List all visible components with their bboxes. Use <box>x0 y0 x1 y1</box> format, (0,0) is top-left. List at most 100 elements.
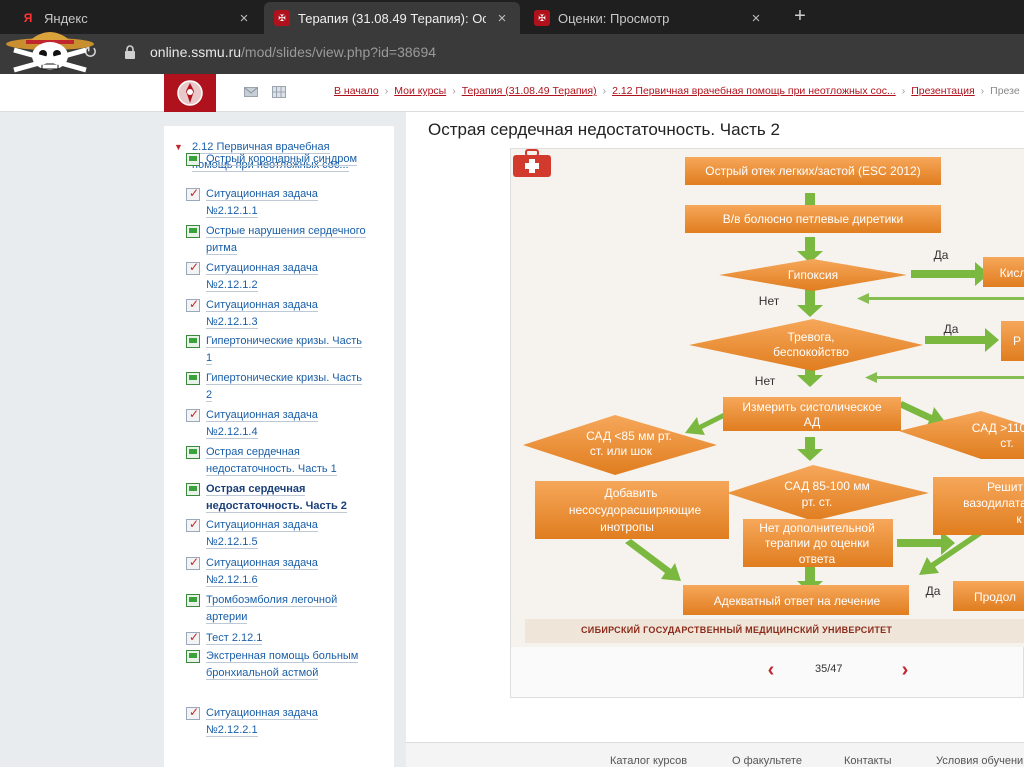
flow-node-diuretics: В/в болюсно петлевые диретики <box>723 212 903 226</box>
sidebar-item[interactable]: Ситуационная задача №2.12.1.4 <box>186 406 366 441</box>
close-icon[interactable]: × <box>748 10 764 27</box>
web-page: В начало › Мои курсы › Терапия (31.08.49… <box>0 74 1024 767</box>
sidebar-item[interactable]: Гипертонические кризы. Часть 2 <box>186 370 366 404</box>
previous-slide-button[interactable]: ‹ <box>761 659 781 682</box>
sidebar-item[interactable]: Ситуационная задача №2.12.1.2 <box>186 259 366 294</box>
presentation-icon <box>186 650 200 663</box>
university-logo[interactable] <box>164 74 216 112</box>
flow-node-no-therapy-2: терапии до оценки <box>765 536 869 550</box>
slide-pager: ‹ 35/47 › <box>511 651 1024 691</box>
presentation-icon <box>186 372 200 385</box>
footer-link-faculty[interactable]: О факультете <box>732 755 802 767</box>
sidebar-item-label[interactable]: Ситуационная задача №2.12.1.6 <box>206 557 318 587</box>
sidebar-item[interactable]: Ситуационная задача №2.12.2.1 <box>186 704 366 739</box>
sidebar-item-label[interactable]: Тест 2.12.1 <box>206 632 263 645</box>
presentation-icon <box>186 225 200 238</box>
university-crest-icon: ✠ <box>274 10 290 26</box>
assignment-icon <box>186 554 200 571</box>
breadcrumb-separator: › <box>901 85 906 97</box>
footer-link-catalog[interactable]: Каталог курсов <box>610 755 687 767</box>
footer-link-contacts[interactable]: Контакты <box>844 755 892 767</box>
sidebar-item-label[interactable]: Гипертонические кризы. Часть 1 <box>206 335 363 365</box>
sidebar-item[interactable]: Гипертонические кризы. Часть 1 <box>186 333 366 367</box>
flow-node-inotropes-2: несосудорасширяющие <box>569 503 702 517</box>
sidebar-item-label[interactable]: Ситуационная задача №2.12.1.5 <box>206 519 318 549</box>
slide-counter: 35/47 <box>815 663 843 675</box>
sidebar-item[interactable]: Острые нарушения сердечного ритма <box>186 223 366 257</box>
pirate-skull-icon <box>6 32 94 73</box>
flow-node-anxiety-1: Тревога, <box>787 330 834 344</box>
flow-node-no-therapy-1: Нет дополнительной <box>759 521 875 535</box>
close-icon[interactable]: × <box>494 10 510 27</box>
sidebar-item-label[interactable]: Ситуационная задача №2.12.2.1 <box>206 707 318 737</box>
sidebar-item-label[interactable]: Ситуационная задача №2.12.1.1 <box>206 188 318 218</box>
flow-node-no-therapy-3: ответа <box>799 552 836 566</box>
flow-node-inotropes-1: Добавить <box>604 486 657 500</box>
sidebar-item-label[interactable]: Тромбоэмболия легочной артерии <box>206 594 338 624</box>
flow-node-anxiety-2: беспокойство <box>773 345 849 359</box>
sidebar-item[interactable]: Ситуационная задача №2.12.1.3 <box>186 296 366 331</box>
sidebar-item-label[interactable]: Ситуационная задача №2.12.1.3 <box>206 299 318 329</box>
breadcrumb-course[interactable]: Терапия (31.08.49 Терапия) <box>462 85 597 97</box>
footer-link-conditions[interactable]: Условия обучени <box>936 755 1023 767</box>
university-crest-icon: ✠ <box>534 10 550 26</box>
sidebar-item[interactable]: Ситуационная задача №2.12.1.6 <box>186 554 366 589</box>
lock-icon[interactable] <box>124 45 136 59</box>
calendar-icon[interactable] <box>272 86 286 98</box>
next-slide-button[interactable]: › <box>895 659 915 682</box>
close-icon[interactable]: × <box>236 10 252 27</box>
sidebar-item[interactable]: Острая сердечная недостаточность. Часть … <box>186 444 366 478</box>
assignment-icon <box>186 259 200 276</box>
assignment-icon <box>186 629 200 646</box>
first-aid-kit-icon <box>513 149 551 177</box>
page-title: Острая сердечная недостаточность. Часть … <box>428 120 780 139</box>
url-field[interactable]: online.ssmu.ru/mod/slides/view.php?id=38… <box>150 44 436 60</box>
site-header: В начало › Мои курсы › Терапия (31.08.49… <box>0 74 1024 112</box>
sidebar-item-label[interactable]: Острые нарушения сердечного ритма <box>206 225 366 255</box>
sidebar-item-label[interactable]: Экстренная помощь больным бронхиальной а… <box>206 650 359 680</box>
tab-grades[interactable]: ✠ Оценки: Просмотр × <box>524 2 774 34</box>
tab-label: Оценки: Просмотр <box>558 10 670 26</box>
tab-terapia[interactable]: ✠ Терапия (31.08.49 Терапия): Ост × <box>264 2 520 34</box>
sidebar-item[interactable]: Тест 2.12.1 <box>186 629 366 647</box>
flow-node-vasodil-1: Решит <box>987 480 1023 494</box>
sidebar-item[interactable]: Экстренная помощь больным бронхиальной а… <box>186 648 366 682</box>
flowchart: Острый отек легких/застой (ESC 2012) В/в… <box>523 157 1024 615</box>
presentation-icon <box>186 446 200 459</box>
breadcrumb: В начало › Мои курсы › Терапия (31.08.49… <box>334 85 1020 97</box>
assignment-icon <box>186 516 200 533</box>
flow-node-measure-2: АД <box>804 415 821 429</box>
sidebar-item-label[interactable]: Острая сердечная недостаточность. Часть … <box>206 446 337 476</box>
expand-arrow-icon[interactable]: ▼ <box>174 138 183 156</box>
breadcrumb-presentation[interactable]: Презентация <box>911 85 974 97</box>
sidebar-item-label[interactable]: Ситуационная задача №2.12.1.2 <box>206 262 318 292</box>
assignment-icon <box>186 704 200 721</box>
sidebar-item-label[interactable]: Острая сердечная недостаточность. Часть … <box>206 483 347 513</box>
sidebar-item[interactable]: Острая сердечная недостаточность. Часть … <box>186 481 366 515</box>
flow-node-sbp-low-1: САД <85 мм рт. <box>586 429 672 443</box>
flow-node-vasodil-3: к <box>1016 512 1022 526</box>
sidebar-item[interactable]: Тромбоэмболия легочной артерии <box>186 592 366 626</box>
breadcrumb-home[interactable]: В начало <box>334 85 379 97</box>
sidebar-item-label[interactable]: Острый коронарный синдром <box>206 153 358 166</box>
breadcrumb-separator: › <box>452 85 456 97</box>
slide-viewer: Острый отек легких/застой (ESC 2012) В/в… <box>510 148 1024 698</box>
breadcrumb-section[interactable]: 2.12 Первичная врачебная помощь при неот… <box>612 85 896 97</box>
flow-node-sbp-low-2: ст. или шок <box>590 444 653 458</box>
main-content: Острая сердечная недостаточность. Часть … <box>406 112 1024 767</box>
breadcrumb-separator: › <box>980 85 985 97</box>
sidebar-item[interactable]: Ситуационная задача №2.12.1.1 <box>186 185 366 220</box>
sidebar-item[interactable]: Острый коронарный синдром <box>186 151 366 168</box>
breadcrumb-my-courses[interactable]: Мои курсы <box>394 85 446 97</box>
no-label: Нет <box>755 374 776 388</box>
course-sidebar: ▼ 2.12 Первичная врачебная помощь при не… <box>164 126 394 767</box>
sidebar-item-label[interactable]: Ситуационная задача №2.12.1.4 <box>206 409 318 439</box>
mail-icon[interactable] <box>244 86 258 98</box>
sidebar-item[interactable]: Ситуационная задача №2.12.1.5 <box>186 516 366 551</box>
assignment-icon <box>186 296 200 313</box>
new-tab-button[interactable]: + <box>788 5 812 28</box>
yandex-icon: Я <box>23 11 33 25</box>
flow-node-edema: Острый отек легких/застой (ESC 2012) <box>705 164 920 178</box>
sidebar-item-label[interactable]: Гипертонические кризы. Часть 2 <box>206 372 363 402</box>
assignment-icon <box>186 185 200 202</box>
